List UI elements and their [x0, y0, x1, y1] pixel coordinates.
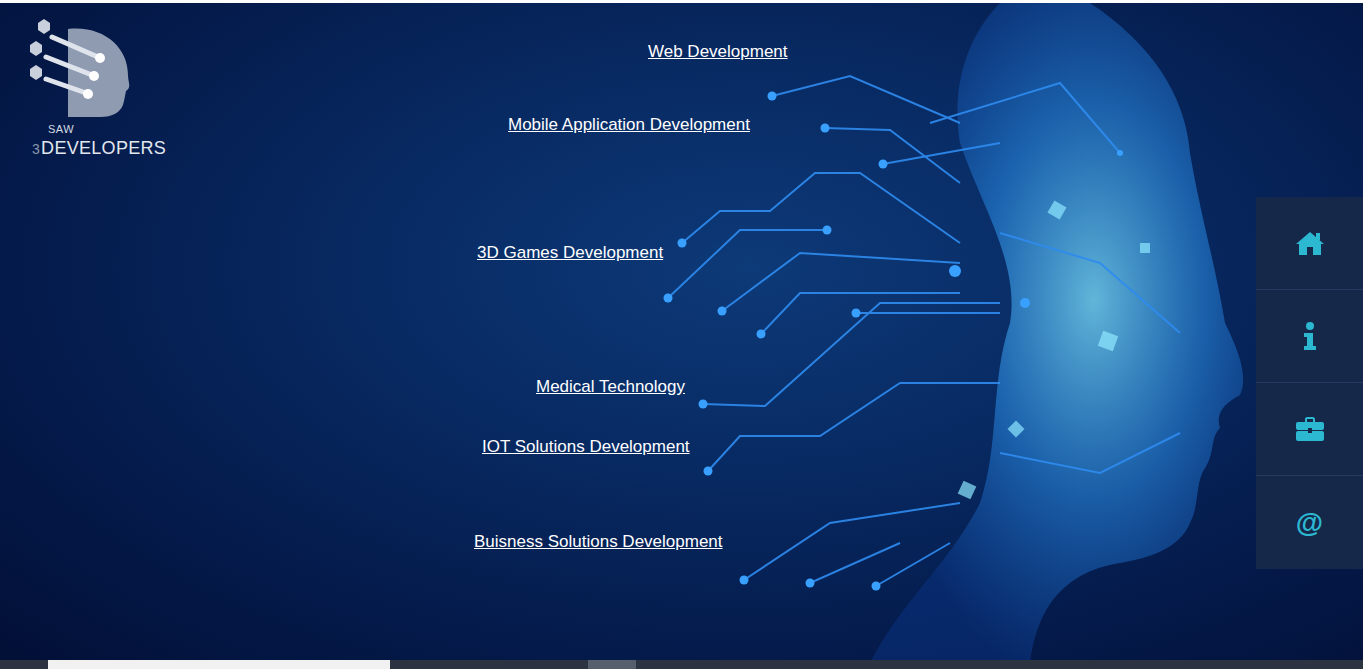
services-nav-item[interactable] — [1256, 383, 1363, 476]
service-link[interactable]: Buisness Solutions Development — [474, 532, 723, 552]
logo-bottom-text: 3DEVELOPERS — [32, 138, 166, 159]
service-link[interactable]: IOT Solutions Development — [482, 437, 690, 457]
service-link[interactable]: 3D Games Development — [477, 243, 663, 263]
info-icon — [1303, 322, 1317, 350]
about-nav-item[interactable] — [1256, 290, 1363, 383]
logo-word: DEVELOPERS — [41, 138, 166, 159]
contact-nav-item[interactable]: @ — [1256, 476, 1363, 569]
home-icon — [1295, 230, 1325, 256]
side-nav: @ — [1256, 197, 1363, 569]
at-icon: @ — [1296, 509, 1323, 537]
taskbar — [0, 660, 1363, 669]
briefcase-icon — [1296, 417, 1324, 441]
site-logo[interactable]: SAW 3DEVELOPERS — [28, 17, 178, 162]
taskbar-app[interactable] — [588, 660, 636, 669]
service-link[interactable]: Web Development — [648, 42, 788, 62]
logo-top-text: SAW — [48, 123, 74, 135]
service-link[interactable]: Mobile Application Development — [508, 115, 750, 135]
head-logo-icon — [28, 17, 138, 127]
circuit-head-picture — [0, 3, 1363, 663]
logo-mark: 3 — [32, 141, 40, 157]
home-nav-item[interactable] — [1256, 197, 1363, 290]
service-link[interactable]: Medical Technology — [536, 377, 685, 397]
taskbar-search[interactable] — [48, 660, 390, 669]
hero-section: SAW 3DEVELOPERS Web Development Mobile Appl… — [0, 0, 1363, 660]
